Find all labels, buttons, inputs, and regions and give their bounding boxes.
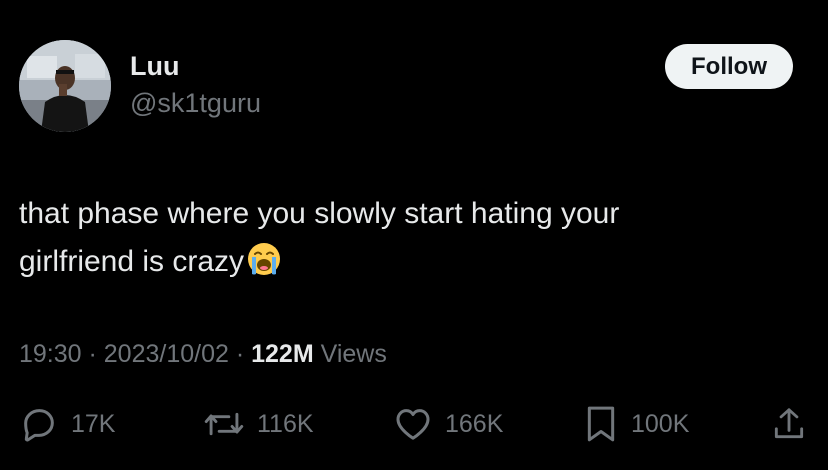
reply-icon (19, 404, 59, 444)
reply-count: 17K (71, 409, 116, 438)
loudly-crying-face-icon (246, 241, 282, 277)
avatar[interactable] (19, 40, 111, 132)
follow-button[interactable]: Follow (665, 44, 793, 89)
bookmark-icon (583, 404, 619, 444)
reply-button[interactable]: 17K (19, 400, 115, 448)
views-label: Views (313, 340, 387, 368)
user-handle[interactable]: @sk1tguru (130, 86, 261, 120)
share-button[interactable] (770, 400, 808, 448)
repost-count: 116K (257, 409, 314, 438)
like-button[interactable]: 166K (393, 400, 503, 448)
bookmark-button[interactable]: 100K (583, 400, 689, 448)
tweet-text-line-2: girlfriend is crazy (19, 245, 245, 278)
tweet-time[interactable]: 19:30 (19, 340, 82, 368)
meta-separator: · (228, 340, 252, 368)
display-name[interactable]: Luu (130, 50, 261, 82)
heart-icon (393, 404, 433, 444)
repost-button[interactable]: 116K (203, 400, 314, 448)
share-icon (770, 404, 808, 444)
tweet: Luu @sk1tguru Follow that phase where yo… (0, 0, 828, 470)
like-count: 166K (445, 409, 504, 438)
author-block: Luu @sk1tguru (130, 50, 261, 120)
tweet-meta: 19:30 · 2023/10/02 · 122M Views (19, 337, 387, 371)
tweet-text: that phase where you slowly start hating… (19, 190, 809, 286)
bookmark-count: 100K (631, 409, 690, 438)
avatar-image (19, 40, 111, 132)
tweet-text-line-1: that phase where you slowly start hating… (19, 197, 620, 230)
tweet-date[interactable]: 2023/10/02 (104, 340, 229, 368)
views-count: 122M (251, 340, 314, 368)
meta-separator: · (81, 340, 104, 368)
repost-icon (203, 404, 245, 444)
action-bar: 17K 116K 166K 100K (0, 400, 828, 448)
